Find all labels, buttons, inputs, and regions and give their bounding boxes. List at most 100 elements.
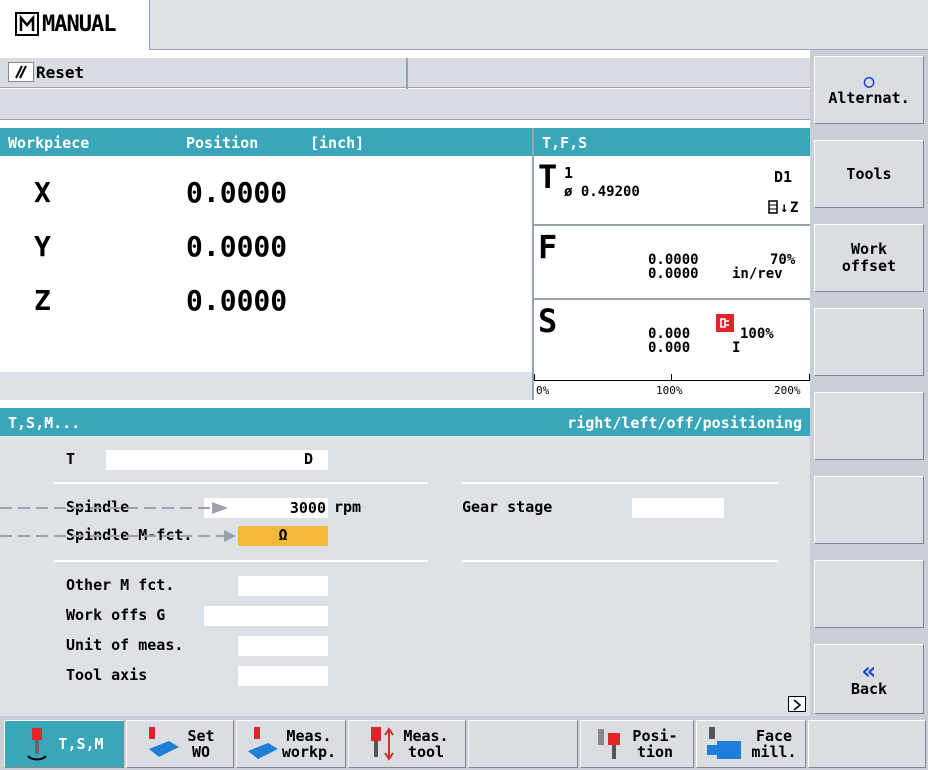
work-offs-input[interactable] [204, 606, 328, 626]
work-offset-label-1: Work [850, 240, 888, 258]
feed-value-2: 0.0000 [648, 266, 699, 282]
face-mill-label-2: mill. [751, 743, 797, 761]
unit-of-meas-label: Unit of meas. [66, 636, 184, 654]
alternat-button[interactable]: ○ Alternat. [814, 56, 924, 124]
tfs-title: T,F,S [542, 134, 588, 152]
unit-of-meas-input[interactable] [238, 636, 328, 656]
softkey-empty-4[interactable] [814, 308, 924, 376]
axis-y-name: Y [34, 230, 51, 263]
tsm-softkey[interactable]: T,S,M [4, 720, 124, 768]
spindle-value-2: 0.000 [648, 340, 691, 356]
tsm-softkey-label: T,S,M [58, 735, 104, 753]
status-row-1 [0, 58, 810, 88]
d-number: D1 [774, 168, 793, 186]
meas-tool-label-1: Meas. [403, 727, 449, 745]
scale-tick-0 [534, 374, 535, 380]
reset-status: Reset [36, 63, 85, 82]
meas-tool-label-2: tool [407, 743, 445, 761]
divider-right-1 [462, 482, 778, 484]
alternat-label: Alternat. [828, 89, 910, 107]
more-chevron-icon[interactable] [788, 696, 806, 712]
spindle-gear: I [732, 340, 741, 356]
tsm-hint: right/left/off/positioning [567, 414, 802, 432]
softkey-empty-6[interactable] [814, 476, 924, 544]
tool-axis-icon [768, 200, 780, 216]
set-wo-label-1: Set [187, 727, 215, 745]
back-chevron-icon: « [861, 656, 877, 685]
s-label: S [538, 302, 558, 340]
tool-axis-label: Tool axis [66, 666, 148, 684]
tsm-footer [0, 692, 810, 716]
spindle-override: 100% [740, 326, 774, 342]
tools-button[interactable]: Tools [814, 140, 924, 208]
axis-x-name: X [34, 176, 51, 209]
axis-z-name: Z [34, 284, 51, 317]
d-field-label: D [304, 450, 314, 468]
meas-workp-label-1: Meas. [286, 727, 332, 745]
feed-unit: in/rev [732, 266, 783, 282]
gear-stage-input[interactable] [632, 498, 724, 518]
axis-z-value: 0.0000 [186, 284, 288, 317]
meas-tool-icon [371, 727, 395, 761]
spindle-rotation-icon: Ω [278, 526, 288, 544]
tool-diameter: ø 0.49200 [564, 184, 640, 200]
spindle-speed-value: 3000 [289, 499, 326, 517]
position-label-2: tion [636, 743, 674, 761]
tsm-header: T,S,M... right/left/off/positioning [0, 408, 810, 436]
set-wo-label-2: WO [191, 743, 211, 761]
tfs-panel: T 1 ø 0.49200 D1 ↓ Z F 0.0000 0.0000 70%… [534, 156, 810, 400]
face-mill-icon [707, 727, 742, 759]
axis-x-value: 0.0000 [186, 176, 288, 209]
back-label: Back [850, 679, 888, 698]
workpiece-panel: X 0.0000 Y 0.0000 Z 0.0000 [0, 156, 532, 372]
softkey-empty-7[interactable] [814, 560, 924, 628]
tool-axis-input[interactable] [238, 666, 328, 686]
spindle-mfct-select[interactable]: Ω [238, 526, 328, 546]
meas-workp-softkey[interactable]: Meas. workp. [236, 720, 346, 768]
softkey-empty-h8[interactable] [808, 720, 926, 768]
meas-workp-label-2: workp. [281, 743, 337, 761]
scale-label-200: 200% [774, 384, 801, 397]
down-arrow-icon: ↓ [780, 200, 789, 216]
workpiece-col-label: Workpiece [8, 134, 90, 152]
meas-tool-softkey[interactable]: Meas. tool [348, 720, 466, 768]
t-input[interactable] [106, 450, 328, 470]
position-col-label: Position [186, 134, 259, 152]
tool-spindle-icon [27, 728, 48, 761]
workpiece-footer [0, 372, 532, 400]
face-mill-softkey[interactable]: Face mill. [696, 720, 806, 768]
tfs-sep-1 [534, 224, 810, 226]
set-wo-icon [149, 727, 180, 757]
scale-label-0: 0% [536, 384, 550, 397]
softkey-empty-h5[interactable] [468, 720, 578, 768]
back-button[interactable]: « Back [814, 644, 924, 714]
mode-box: MANUAL [0, 0, 150, 50]
divider-left-2 [54, 560, 428, 562]
t-label: T [538, 158, 558, 196]
reset-icon [8, 62, 34, 82]
other-m-label: Other M fct. [66, 576, 175, 594]
pointer-arrows [0, 500, 236, 546]
alternate-icon: ○ [863, 71, 875, 92]
tsm-panel: T D Spindle 3000 rpm Gear stage Spindle … [0, 436, 810, 692]
face-mill-label-1: Face [755, 727, 793, 745]
divider-left-1 [54, 482, 428, 484]
softkey-empty-5[interactable] [814, 392, 924, 460]
gear-stage-label: Gear stage [462, 498, 553, 516]
position-icon [598, 729, 621, 759]
spindle-unit: rpm [334, 498, 362, 516]
unit-label: [inch] [310, 134, 365, 152]
override-scale [534, 380, 810, 381]
set-wo-softkey[interactable]: Set WO [126, 720, 234, 768]
tfs-header: T,F,S [534, 128, 810, 156]
position-label-1: Posi- [632, 727, 678, 745]
t-field-label: T [66, 450, 76, 468]
manual-mode-icon [14, 11, 40, 37]
position-softkey[interactable]: Posi- tion [580, 720, 694, 768]
f-label: F [538, 228, 558, 266]
work-offset-button[interactable]: Work offset [814, 224, 924, 292]
meas-workpiece-icon [247, 727, 278, 759]
other-m-input[interactable] [238, 576, 328, 596]
scale-label-100: 100% [656, 384, 683, 397]
tsm-title: T,S,M... [8, 414, 81, 432]
